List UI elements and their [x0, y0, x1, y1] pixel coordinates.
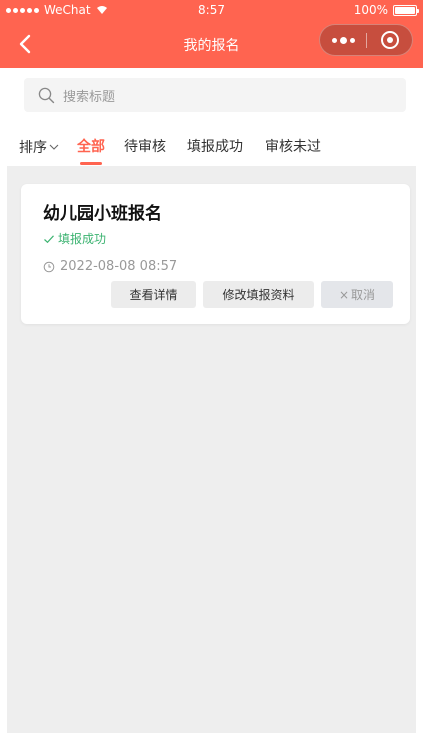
search-section: 搜索标题	[0, 68, 423, 126]
app-root: WeChat 8:57 100% 我的报名 搜索标题 排序 全部 待审核 填报成…	[0, 0, 423, 738]
status-right: 100%	[353, 3, 419, 17]
chevron-down-icon	[49, 144, 59, 150]
clock-icon	[43, 261, 55, 272]
edit-submission-button[interactable]: 修改填报资料	[203, 281, 314, 308]
sort-dropdown[interactable]: 排序	[19, 137, 59, 157]
sort-label: 排序	[19, 140, 47, 156]
status-badge: 填报成功	[43, 230, 106, 247]
search-input[interactable]: 搜索标题	[24, 78, 406, 112]
close-miniprogram-button[interactable]	[367, 25, 413, 55]
record-title: 幼儿园小班报名	[43, 204, 162, 224]
record-actions: 查看详情 修改填报资料 × 取消	[111, 281, 393, 308]
search-placeholder: 搜索标题	[63, 89, 116, 105]
cancel-button[interactable]: × 取消	[321, 281, 393, 308]
navigation-bar: 我的报名	[0, 20, 423, 68]
view-details-button[interactable]: 查看详情	[111, 281, 196, 308]
target-icon	[381, 31, 399, 49]
time-text: 2022-08-08 08:57	[60, 259, 178, 274]
checkmark-icon	[44, 234, 54, 243]
record-time: 2022-08-08 08:57	[43, 259, 177, 274]
battery-percent: 100%	[353, 3, 388, 17]
tab-submitted-success[interactable]: 填报成功	[187, 136, 243, 156]
battery-icon	[393, 4, 419, 16]
more-menu-button[interactable]	[320, 25, 366, 55]
search-icon	[38, 87, 55, 103]
tab-pending-review[interactable]: 待审核	[124, 136, 166, 156]
status-text: 填报成功	[58, 232, 107, 246]
close-icon: ×	[338, 287, 350, 302]
tab-review-failed[interactable]: 审核未过	[265, 136, 321, 156]
header: WeChat 8:57 100% 我的报名	[0, 0, 423, 68]
active-tab-indicator	[80, 162, 102, 165]
miniprogram-capsule	[319, 24, 413, 56]
filter-tabs: 排序 全部 待审核 填报成功 审核未过	[0, 126, 423, 166]
record-card: 幼儿园小班报名 填报成功 2022-08-08 08:57 查看详情 修改填报资…	[21, 184, 410, 324]
status-bar: WeChat 8:57 100%	[0, 0, 423, 20]
tab-all[interactable]: 全部	[77, 136, 105, 156]
cancel-label: 取消	[351, 288, 376, 302]
